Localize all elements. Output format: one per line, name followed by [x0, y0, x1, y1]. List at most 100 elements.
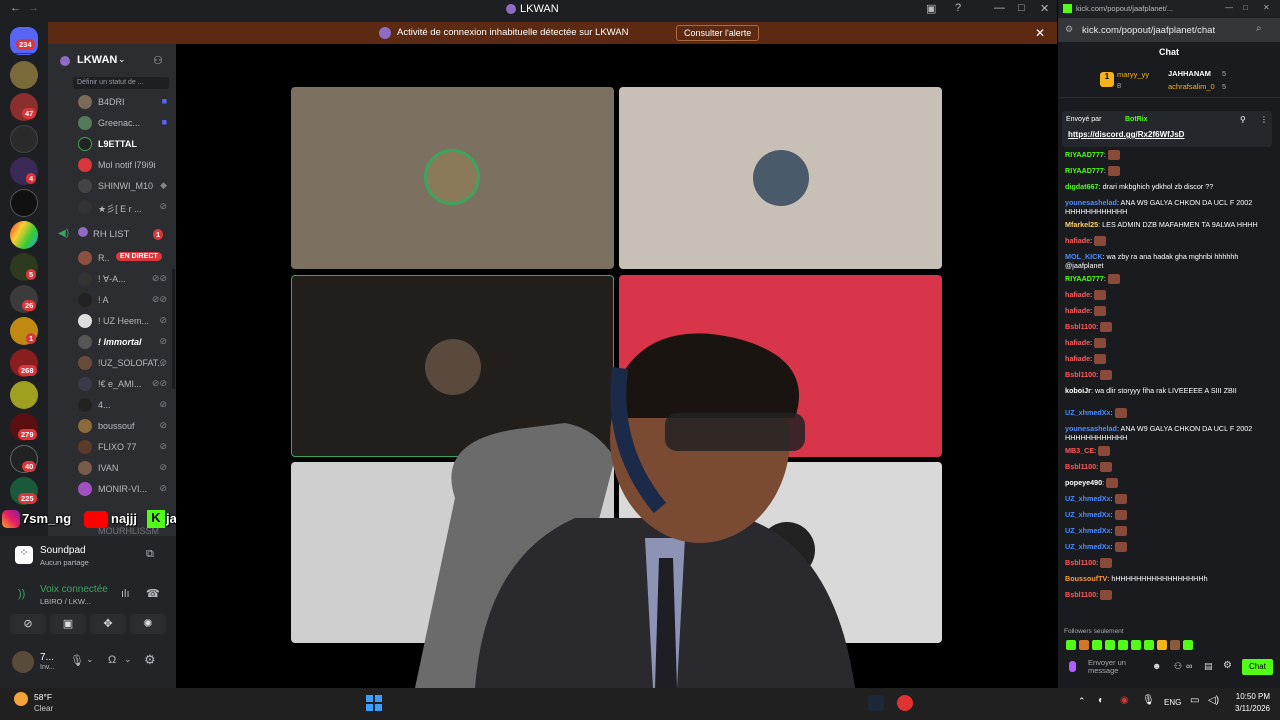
- emote-icon[interactable]: [1118, 640, 1128, 650]
- search-icon[interactable]: ⌕: [1256, 23, 1262, 34]
- scrollbar[interactable]: [172, 269, 175, 389]
- emote-icon[interactable]: [1183, 640, 1193, 650]
- chat-username[interactable]: younesashelad: [1065, 424, 1117, 433]
- activity-icon[interactable]: ⧉: [146, 548, 154, 561]
- participant-tile[interactable]: [619, 87, 942, 269]
- activities-button[interactable]: ✥: [90, 614, 126, 634]
- pinned-link[interactable]: https://discord.gg/Rx2f6WfJsD: [1068, 130, 1184, 139]
- voice-user-row[interactable]: R.. EN DIRECT: [78, 249, 173, 267]
- voice-connection[interactable]: )) Voix connectée LBIRO / LKW... ılı ☎: [6, 582, 170, 608]
- member-row[interactable]: B4DRI ■: [78, 93, 173, 111]
- server-icon[interactable]: [10, 125, 38, 153]
- chat-username[interactable]: hafiade: [1065, 290, 1090, 299]
- clock-date[interactable]: 3/11/2026: [1226, 704, 1270, 713]
- address-bar[interactable]: ⚙ kick.com/popout/jaafplanet/chat ⌕: [1058, 18, 1280, 42]
- users-icon[interactable]: ⚇: [1174, 661, 1182, 672]
- chat-username[interactable]: hafiade: [1065, 354, 1090, 363]
- microphone-icon[interactable]: 🎙: [70, 654, 84, 667]
- soundpad-activity[interactable]: ⁘ Soundpad Aucun partage ⧉: [6, 542, 170, 570]
- chat-username[interactable]: koboiJr: [1065, 386, 1091, 395]
- chevron-up-icon[interactable]: ⌃: [1078, 696, 1086, 707]
- settings-gear-icon[interactable]: ⚙: [1223, 660, 1232, 671]
- screen-share-button[interactable]: ▣: [50, 614, 86, 634]
- help-icon[interactable]: ?: [955, 2, 961, 14]
- inbox-icon[interactable]: ▣: [926, 2, 936, 15]
- chat-username[interactable]: MOL_KICK: [1065, 252, 1103, 261]
- network-icon[interactable]: ▭: [1190, 695, 1199, 706]
- forward-arrow-icon[interactable]: →: [28, 2, 39, 14]
- chat-username[interactable]: RIYAAD777: [1065, 166, 1104, 175]
- server-icon[interactable]: [10, 189, 38, 217]
- maximize-icon[interactable]: □: [1018, 2, 1025, 14]
- more-options-icon[interactable]: ⋮: [1260, 115, 1268, 124]
- back-arrow-icon[interactable]: ←: [10, 2, 21, 14]
- emote-icon[interactable]: [1066, 640, 1076, 650]
- voice-user-row[interactable]: !UZ_SOLOFAT... ⊘: [78, 354, 173, 372]
- member-row[interactable]: L9ETTAL: [78, 135, 173, 153]
- member-row[interactable]: Mol notif l79i9i: [78, 156, 173, 174]
- chat-username[interactable]: UZ_xhmedXx: [1065, 542, 1111, 551]
- app-icon[interactable]: [897, 695, 913, 711]
- member-row[interactable]: SHINWI_M10 ◆: [78, 177, 173, 195]
- start-menu-icon[interactable]: [366, 695, 382, 711]
- chat-username[interactable]: Mfarkel25: [1065, 220, 1098, 229]
- emote-icon[interactable]: [1105, 640, 1115, 650]
- participant-tile[interactable]: [291, 87, 614, 269]
- chat-username[interactable]: popeye490: [1065, 478, 1102, 487]
- emoji-icon[interactable]: ☻: [1152, 661, 1161, 671]
- voice-activity-icon[interactable]: ılı: [121, 588, 130, 600]
- rewards-icon[interactable]: ▤: [1204, 661, 1213, 672]
- pin-icon[interactable]: ⚲: [1240, 115, 1246, 124]
- chat-username[interactable]: UZ_xhmedXx: [1065, 526, 1111, 535]
- link-icon[interactable]: ∞: [1186, 661, 1192, 671]
- member-row[interactable]: Greenac... ■: [78, 114, 173, 132]
- chevron-down-icon[interactable]: ⌄: [118, 54, 126, 65]
- emote-icon[interactable]: [1131, 640, 1141, 650]
- soundboard-button[interactable]: ✺: [130, 614, 166, 634]
- voice-user-row[interactable]: ! ∀-A... ⊘⊘: [78, 270, 173, 288]
- voice-user-row[interactable]: 4... ⊘: [78, 396, 173, 414]
- minimize-icon[interactable]: —: [994, 2, 1005, 14]
- view-alert-button[interactable]: Consulter l'alerte: [676, 25, 760, 41]
- chat-username[interactable]: hafiade: [1065, 306, 1090, 315]
- chat-username[interactable]: BoussoufTV: [1065, 574, 1107, 583]
- microphone-icon[interactable]: 🎙: [1142, 695, 1155, 706]
- status-prompt[interactable]: Définir un statut de ...: [73, 77, 169, 89]
- chat-username[interactable]: RIYAAD777: [1065, 274, 1104, 283]
- voice-user-row[interactable]: MONIR-VI... ⊘: [78, 480, 173, 498]
- add-member-icon[interactable]: ⚇: [153, 54, 163, 67]
- tray-icon[interactable]: ◉: [1120, 695, 1129, 706]
- emote-icon[interactable]: [1157, 640, 1167, 650]
- voice-user-row[interactable]: boussouf ⊘: [78, 417, 173, 435]
- site-info-icon[interactable]: ⚙: [1065, 24, 1073, 35]
- server-icon[interactable]: [10, 381, 38, 409]
- chat-username[interactable]: Bsbl1100: [1065, 558, 1096, 567]
- chat-username[interactable]: hafiade: [1065, 338, 1090, 347]
- voice-user-row[interactable]: IVAN ⊘: [78, 459, 173, 477]
- voice-user-row[interactable]: !€ e_AMI... ⊘⊘: [78, 375, 173, 393]
- chat-username[interactable]: UZ_xhmedXx: [1065, 510, 1111, 519]
- gifter-name[interactable]: JAHHANAM: [1168, 69, 1211, 78]
- chat-username[interactable]: digdat667: [1065, 182, 1099, 191]
- chat-username[interactable]: Bsbl1100: [1065, 322, 1096, 331]
- guild-name[interactable]: LKWAN: [77, 54, 117, 66]
- language-indicator[interactable]: ENG: [1164, 698, 1181, 707]
- emote-icon[interactable]: [1144, 640, 1154, 650]
- chevron-down-icon[interactable]: ⌄: [124, 654, 132, 665]
- voice-user-row[interactable]: ! A ⊘⊘: [78, 291, 173, 309]
- minimize-icon[interactable]: —: [1225, 3, 1233, 12]
- tray-icon[interactable]: ◐: [1098, 695, 1104, 706]
- chat-username[interactable]: hafiade: [1065, 236, 1090, 245]
- chat-username[interactable]: Bsbl1100: [1065, 370, 1096, 379]
- voice-channel-rh-list[interactable]: ◀) RH LIST 1: [58, 227, 174, 243]
- emote-icon[interactable]: [1092, 640, 1102, 650]
- account-bar[interactable]: 7... Inv... 🎙 ⌄ Ω ⌄ ⚙: [6, 648, 170, 678]
- gifter-name[interactable]: maryy_yy: [1117, 70, 1149, 79]
- chat-username[interactable]: MB3_CE: [1065, 446, 1094, 455]
- close-icon[interactable]: ✕: [1035, 26, 1045, 40]
- server-icon[interactable]: [10, 61, 38, 89]
- headphones-icon[interactable]: Ω: [108, 654, 116, 666]
- server-icon[interactable]: [10, 221, 38, 249]
- close-icon[interactable]: ✕: [1263, 3, 1270, 12]
- camera-off-button[interactable]: ⊘: [10, 614, 46, 634]
